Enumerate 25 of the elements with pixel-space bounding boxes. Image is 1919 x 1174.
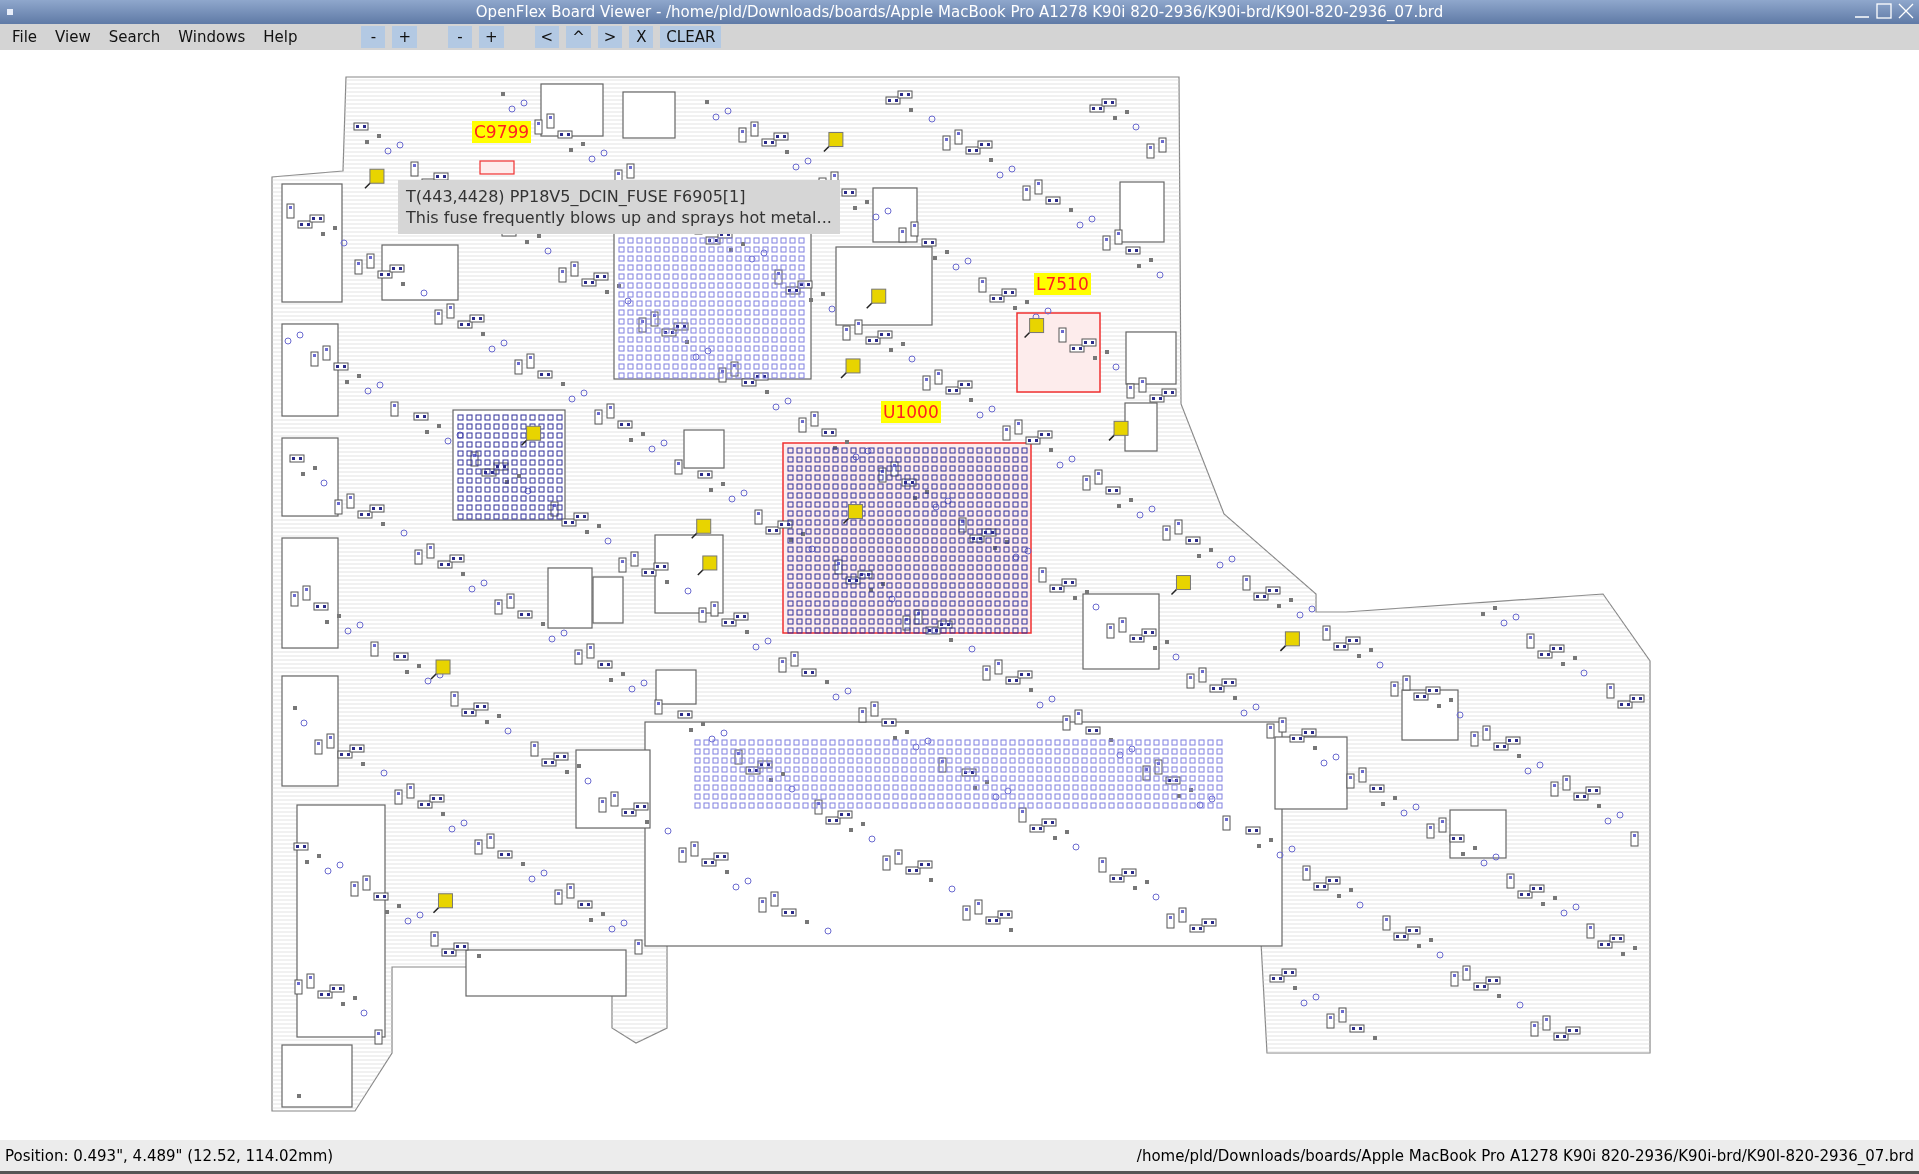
part-label: C9799 bbox=[472, 121, 532, 143]
toolbar-button[interactable]: > bbox=[597, 26, 623, 48]
menu-item[interactable]: View bbox=[46, 28, 100, 46]
menu-item[interactable]: Search bbox=[99, 28, 170, 46]
app-icon bbox=[7, 9, 13, 15]
close-icon[interactable] bbox=[1897, 3, 1915, 19]
toolbar-button[interactable]: CLEAR bbox=[660, 26, 722, 48]
window-title: OpenFlex Board Viewer - /home/pld/Downloads/boards/Apple MacBook Pro A1278 K90i 820-2936/K90i-brd/K90I-820-2936_07.brd bbox=[475, 3, 1444, 21]
toolbar-button[interactable]: - bbox=[361, 26, 386, 48]
toolbar-button[interactable]: + bbox=[479, 26, 504, 48]
toolbar-button[interactable]: ^ bbox=[566, 26, 591, 48]
toolbar-button[interactable]: X bbox=[629, 26, 654, 48]
position-readout: Position: 0.493", 4.489" (12.52, 114.02mm) bbox=[5, 1146, 334, 1165]
menu-item[interactable]: Help bbox=[254, 28, 307, 46]
menu-item[interactable]: File bbox=[0, 28, 47, 46]
toolbar-button[interactable]: < bbox=[534, 26, 560, 48]
toolbar-button[interactable]: + bbox=[392, 26, 417, 48]
tooltip-line: T(443,4428) PP18V5_DCIN_FUSE F6905[1] bbox=[406, 186, 747, 207]
part-label: L7510 bbox=[1034, 273, 1091, 295]
part-label: U1000 bbox=[881, 401, 941, 423]
menu-item[interactable]: Windows bbox=[169, 28, 255, 46]
maximize-icon[interactable] bbox=[1875, 3, 1893, 19]
tooltip-line: This fuse frequently blows up and sprays hot metal... bbox=[406, 207, 832, 228]
file-path: /home/pld/Downloads/boards/Apple MacBook Pro A1278 K90i 820-2936/K90i-brd/K90I-820-2936_07.brd bbox=[1136, 1146, 1914, 1165]
toolbar-button[interactable]: - bbox=[448, 26, 472, 48]
